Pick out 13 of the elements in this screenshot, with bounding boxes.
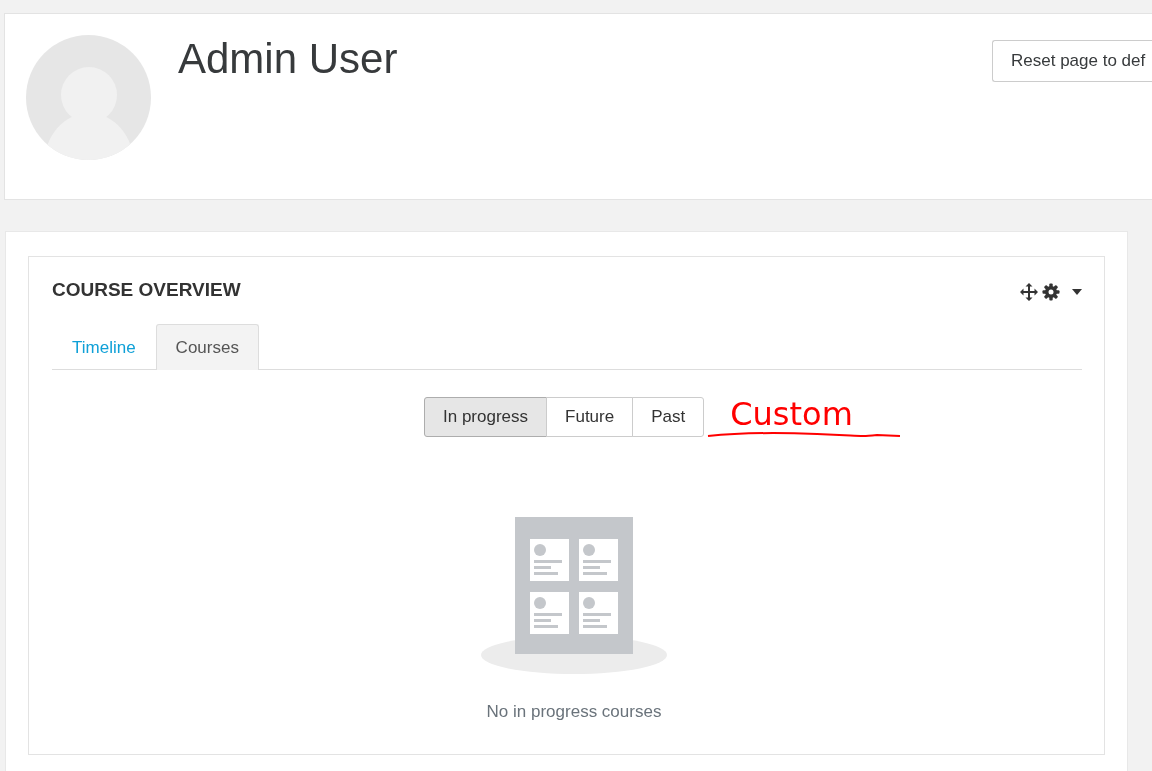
filter-button[interactable]: Future (546, 397, 634, 437)
filter-button[interactable]: In progress (424, 397, 548, 437)
empty-message: No in progress courses (486, 702, 662, 722)
filter-button[interactable]: Past (632, 397, 705, 437)
reset-page-button[interactable]: Reset page to def (992, 40, 1152, 82)
avatar-icon (26, 35, 151, 160)
block-title: COURSE OVERVIEW (52, 279, 241, 301)
settings-icon[interactable] (1042, 283, 1060, 301)
caret-icon[interactable] (1072, 289, 1082, 295)
tab[interactable]: Courses (155, 324, 259, 370)
handwritten-annotation: Custom (729, 397, 854, 431)
page-title: Admin User (178, 35, 399, 83)
move-icon[interactable] (1020, 283, 1038, 301)
